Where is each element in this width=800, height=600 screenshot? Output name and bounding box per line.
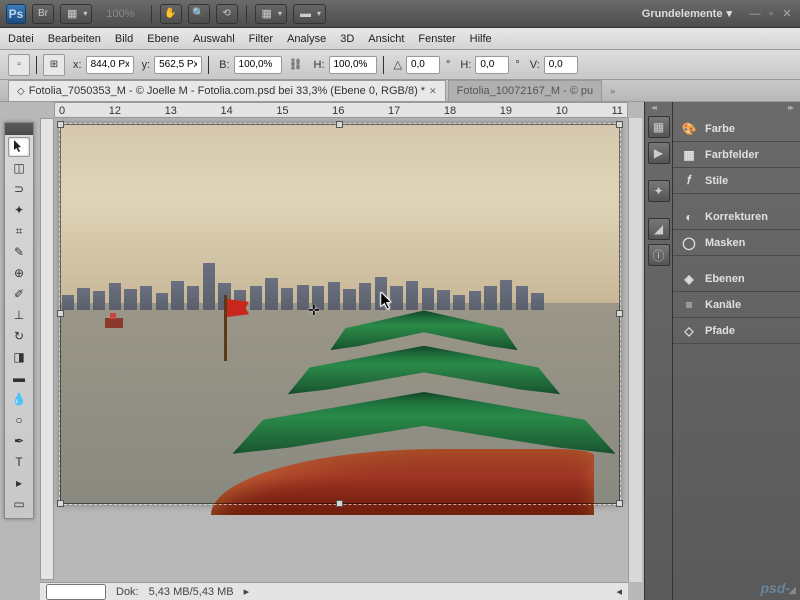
close-button[interactable]: ✕ xyxy=(780,7,794,21)
history-panel-icon[interactable]: ▦ xyxy=(648,116,670,138)
document-tab-bar: ◇ Fotolia_7050353_M - © Joelle M - Fotol… xyxy=(0,80,800,102)
layers-icon: ◈ xyxy=(681,271,697,287)
history-brush-tool[interactable]: ↻ xyxy=(8,326,30,346)
menu-ebene[interactable]: Ebene xyxy=(147,33,179,45)
eraser-tool[interactable]: ◨ xyxy=(8,347,30,367)
reference-point-icon[interactable]: ⊞ xyxy=(43,54,65,76)
menu-fenster[interactable]: Fenster xyxy=(418,33,455,45)
marquee-tool[interactable]: ◫ xyxy=(8,158,30,178)
panel-masken[interactable]: ◯Masken xyxy=(673,230,800,256)
canvas-area: 012131415161718191011 xyxy=(40,102,642,600)
minimize-button[interactable]: — xyxy=(748,7,762,21)
path-select-tool[interactable]: ▸ xyxy=(8,473,30,493)
watermark: psd- xyxy=(760,580,790,596)
document-tab[interactable]: ◇ Fotolia_7050353_M - © Joelle M - Fotol… xyxy=(8,80,446,101)
bridge-button[interactable]: Br xyxy=(32,4,54,24)
ruler-horizontal[interactable]: 012131415161718191011 xyxy=(54,102,628,118)
application-bar: Ps Br ▦ 100% ✋ 🔍 ⟲ ▦ ▬ Grundelemente ▾ —… xyxy=(0,0,800,28)
panel-labels-column: 🎨Farbe ▦Farbfelder 𝑓Stile ◐Korrekturen ◯… xyxy=(672,102,800,600)
channels-icon: ≡ xyxy=(681,297,697,313)
panel-ebenen[interactable]: ◈Ebenen xyxy=(673,266,800,292)
menu-ansicht[interactable]: Ansicht xyxy=(368,33,404,45)
panel-stile[interactable]: 𝑓Stile xyxy=(673,168,800,194)
menu-datei[interactable]: Datei xyxy=(8,33,34,45)
palette-icon: 🎨 xyxy=(681,121,697,137)
height-input[interactable] xyxy=(329,56,377,74)
actions-panel-icon[interactable]: ▶ xyxy=(648,142,670,164)
type-tool[interactable]: T xyxy=(8,452,30,472)
canvas[interactable] xyxy=(60,124,620,504)
x-input[interactable] xyxy=(86,56,134,74)
toolbox: ◫ ⊃ ✦ ⌗ ✎ ⊕ ✐ ⊥ ↻ ◨ ▬ 💧 ○ ✒ T ▸ ▭ xyxy=(4,122,34,519)
styles-icon: 𝑓 xyxy=(681,173,697,189)
arrange-docs-select[interactable]: ▦ xyxy=(255,4,287,24)
paths-icon: ◇ xyxy=(681,323,697,339)
lasso-tool[interactable]: ⊃ xyxy=(8,179,30,199)
status-menu-icon[interactable]: ▸ xyxy=(244,585,250,598)
adjustments-icon: ◐ xyxy=(681,209,697,225)
document-size: 5,43 MB/5,43 MB xyxy=(149,586,234,598)
panels-dock: ▦ ▶ ✦ ◢ ⓘ 🎨Farbe ▦Farbfelder 𝑓Stile ◐Kor… xyxy=(644,102,800,600)
panel-pfade[interactable]: ◇Pfade xyxy=(673,318,800,344)
quick-select-tool[interactable]: ✦ xyxy=(8,200,30,220)
ps-logo: Ps xyxy=(6,4,26,24)
zoom-display: 100% xyxy=(98,8,142,20)
panel-korrekturen[interactable]: ◐Korrekturen xyxy=(673,204,800,230)
status-bar: Dok: 5,43 MB/5,43 MB ▸ ◂ xyxy=(40,582,628,600)
transform-tool-icon[interactable]: ▫ xyxy=(8,54,30,76)
angle-input[interactable] xyxy=(406,56,440,74)
dodge-tool[interactable]: ○ xyxy=(8,410,30,430)
panel-icons-column: ▦ ▶ ✦ ◢ ⓘ xyxy=(644,102,672,600)
masks-icon: ◯ xyxy=(681,235,697,251)
menu-auswahl[interactable]: Auswahl xyxy=(193,33,235,45)
menu-3d[interactable]: 3D xyxy=(340,33,354,45)
shape-tool[interactable]: ▭ xyxy=(8,494,30,514)
healing-tool[interactable]: ⊕ xyxy=(8,263,30,283)
crop-tool[interactable]: ⌗ xyxy=(8,221,30,241)
image-tugboat xyxy=(105,318,123,328)
pen-tool[interactable]: ✒ xyxy=(8,431,30,451)
maximize-button[interactable]: ▫ xyxy=(764,7,778,21)
ruler-vertical[interactable] xyxy=(40,118,54,580)
panel-farbfelder[interactable]: ▦Farbfelder xyxy=(673,142,800,168)
panel-kanaele[interactable]: ≡Kanäle xyxy=(673,292,800,318)
link-icon[interactable]: ⛓ xyxy=(289,58,303,71)
zoom-input[interactable] xyxy=(46,584,106,600)
tab-close-icon[interactable]: ✕ xyxy=(429,86,437,97)
menu-bild[interactable]: Bild xyxy=(115,33,133,45)
move-tool[interactable] xyxy=(8,137,30,157)
zoom-tool-button[interactable]: 🔍 xyxy=(188,4,210,24)
transform-center-icon[interactable]: ✛ xyxy=(308,302,320,319)
view-mode-select[interactable]: ▦ xyxy=(60,4,92,24)
brush-tool[interactable]: ✐ xyxy=(8,284,30,304)
workspace-switcher[interactable]: Grundelemente ▾ xyxy=(642,7,732,20)
eyedropper-tool[interactable]: ✎ xyxy=(8,242,30,262)
tab-overflow-icon[interactable]: » xyxy=(610,86,615,96)
cursor-icon xyxy=(380,292,396,315)
options-bar: ▫ ⊞ x: y: B: ⛓ H: △ ° H: ° V: xyxy=(0,50,800,80)
panel-farbe[interactable]: 🎨Farbe xyxy=(673,116,800,142)
swatches-icon: ▦ xyxy=(681,147,697,163)
menu-analyse[interactable]: Analyse xyxy=(287,33,326,45)
document-tab[interactable]: Fotolia_10072167_M - © pu xyxy=(448,80,603,101)
gradient-tool[interactable]: ▬ xyxy=(8,368,30,388)
histogram-panel-icon[interactable]: ◢ xyxy=(648,218,670,240)
navigator-panel-icon[interactable]: ✦ xyxy=(648,180,670,202)
y-input[interactable] xyxy=(154,56,202,74)
menu-hilfe[interactable]: Hilfe xyxy=(470,33,492,45)
rotate-view-button[interactable]: ⟲ xyxy=(216,4,238,24)
stamp-tool[interactable]: ⊥ xyxy=(8,305,30,325)
menu-bar: Datei Bearbeiten Bild Ebene Auswahl Filt… xyxy=(0,28,800,50)
menu-filter[interactable]: Filter xyxy=(249,33,273,45)
hand-tool-button[interactable]: ✋ xyxy=(160,4,182,24)
menu-bearbeiten[interactable]: Bearbeiten xyxy=(48,33,101,45)
info-panel-icon[interactable]: ⓘ xyxy=(648,244,670,266)
width-input[interactable] xyxy=(234,56,282,74)
blur-tool[interactable]: 💧 xyxy=(8,389,30,409)
scroll-left-icon[interactable]: ◂ xyxy=(616,585,622,598)
skew-v-input[interactable] xyxy=(544,56,578,74)
screen-mode-select[interactable]: ▬ xyxy=(293,4,326,24)
skew-h-input[interactable] xyxy=(475,56,509,74)
image-pavilion-boat xyxy=(211,295,637,515)
